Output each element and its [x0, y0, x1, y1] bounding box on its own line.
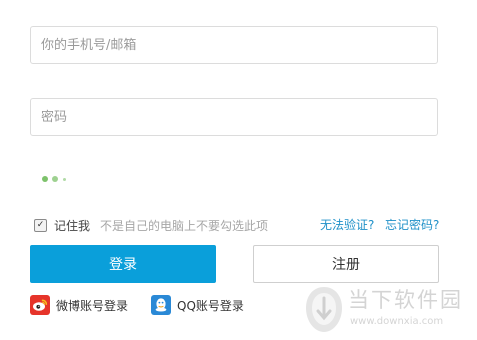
weibo-login-label: 微博账号登录	[56, 298, 129, 313]
downxia-logo	[306, 287, 342, 332]
watermark-title: 当下软件园	[348, 288, 463, 312]
remember-hint: 不是自己的电脑上不要勾选此项	[100, 218, 269, 233]
checkbox-check-icon: ✓	[36, 219, 45, 230]
qq-login-label: QQ账号登录	[177, 298, 244, 313]
remember-me[interactable]: ✓ 记住我 不是自己的电脑上不要勾选此项	[34, 216, 268, 234]
password-input[interactable]	[30, 98, 438, 136]
loading-dot	[52, 176, 58, 182]
watermark-url: www.downxia.com	[350, 316, 444, 327]
login-button[interactable]: 登录	[30, 245, 216, 283]
loading-dot	[42, 176, 48, 182]
phone-email-input[interactable]	[30, 26, 438, 64]
qq-login[interactable]: QQ账号登录	[151, 294, 244, 316]
qq-icon	[151, 295, 171, 315]
remember-checkbox[interactable]: ✓	[34, 218, 47, 232]
login-panel: ✓ 记住我 不是自己的电脑上不要勾选此项 无法验证? 忘记密码? 登录 注册 微…	[0, 0, 477, 340]
cannot-verify-link[interactable]: 无法验证?	[320, 216, 374, 233]
weibo-login[interactable]: 微博账号登录	[30, 294, 128, 316]
downxia-watermark: 当下软件园 www.downxia.com	[300, 280, 477, 340]
remember-label: 记住我	[54, 218, 91, 233]
register-button[interactable]: 注册	[253, 245, 439, 283]
loading-dot	[63, 178, 66, 181]
weibo-icon	[30, 295, 50, 315]
forgot-password-link[interactable]: 忘记密码?	[385, 216, 439, 233]
